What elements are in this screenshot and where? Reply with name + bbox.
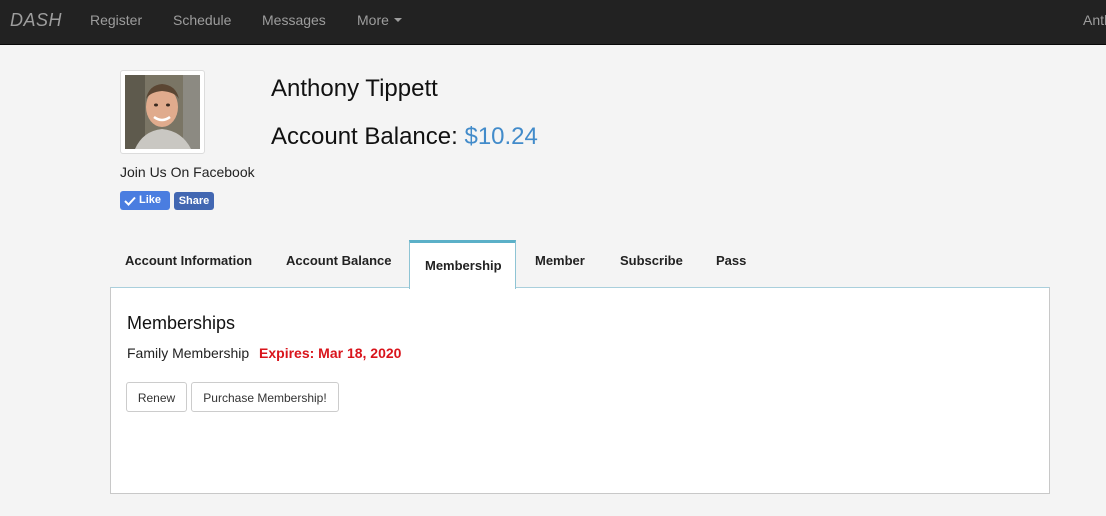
nav-more-label: More <box>357 12 389 28</box>
avatar <box>125 75 200 149</box>
facebook-like-button[interactable]: Like <box>120 191 170 210</box>
brand-logo[interactable]: DASH <box>10 10 62 31</box>
membership-panel: Memberships Family Membership Expires: M… <box>110 287 1050 494</box>
purchase-membership-button[interactable]: Purchase Membership! <box>191 382 339 412</box>
tab-subscribe[interactable]: Subscribe <box>620 253 683 268</box>
account-balance: Account Balance: $10.24 <box>271 123 538 151</box>
facebook-share-button[interactable]: Share <box>174 192 214 210</box>
membership-name: Family Membership <box>127 345 250 361</box>
nav-more-dropdown[interactable]: More <box>357 12 402 28</box>
tab-membership[interactable]: Membership <box>409 240 516 289</box>
membership-item: Family Membership Expires: Mar 18, 2020 <box>127 345 401 361</box>
tab-member[interactable]: Member <box>535 253 585 268</box>
profile-name: Anthony Tippett <box>271 75 438 102</box>
nav-schedule-link[interactable]: Schedule <box>173 12 231 28</box>
balance-value: $10.24 <box>464 123 538 150</box>
nav-user-menu[interactable]: Anth <box>1083 12 1106 28</box>
nav-messages-link[interactable]: Messages <box>262 12 326 28</box>
top-navbar: DASH Register Schedule Messages More Ant… <box>0 0 1106 45</box>
tab-account-balance[interactable]: Account Balance <box>286 253 391 268</box>
caret-down-icon <box>393 18 402 23</box>
nav-register-link[interactable]: Register <box>90 12 142 28</box>
panel-title: Memberships <box>127 313 236 333</box>
facebook-like-label: Like <box>139 194 162 206</box>
balance-label: Account Balance: <box>271 123 458 150</box>
facebook-label: Join Us On Facebook <box>120 164 255 180</box>
renew-button[interactable]: Renew <box>126 382 187 412</box>
tab-pass[interactable]: Pass <box>716 253 746 268</box>
avatar-photo <box>125 75 200 149</box>
tab-account-information[interactable]: Account Information <box>125 253 252 268</box>
check-icon <box>124 196 136 206</box>
profile-avatar-frame <box>120 70 205 154</box>
membership-expiry: Expires: Mar 18, 2020 <box>259 345 402 361</box>
